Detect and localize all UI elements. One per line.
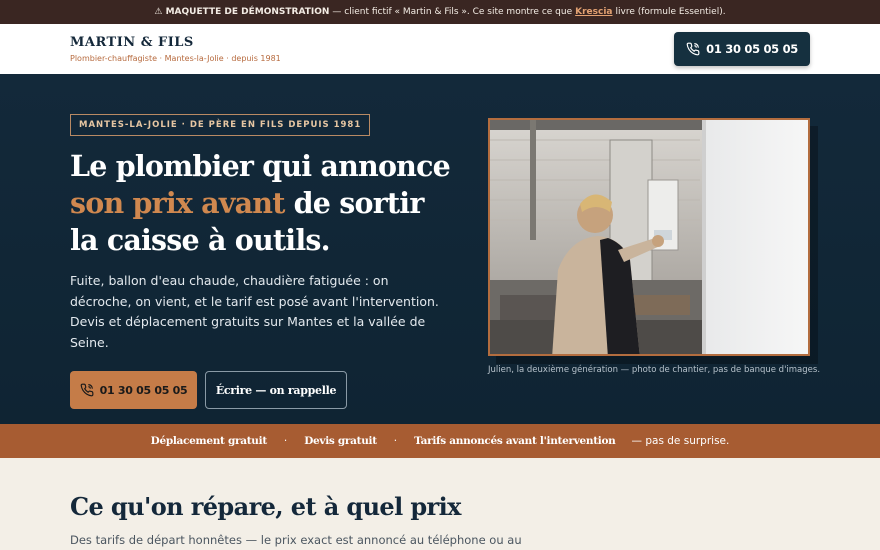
hero-title: Le plombier qui annonce son prix avant d…: [70, 148, 470, 259]
services-description: Des tarifs de départ honnêtes — le prix …: [70, 533, 522, 547]
hero-title-rest: de sortir: [284, 186, 425, 220]
header-phone-button[interactable]: 01 30 05 05 05: [674, 32, 810, 66]
hero-media: Julien, la deuxième génération — photo d…: [488, 118, 820, 375]
call-button[interactable]: 01 30 05 05 05: [70, 371, 197, 409]
krescia-link[interactable]: Krescia: [575, 7, 612, 17]
hero-description: Fuite, ballon d'eau chaude, chaudière fa…: [70, 273, 439, 350]
hero-cta-row: 01 30 05 05 05 Écrire — on rappelle: [70, 371, 470, 409]
guarantee-item: Devis gratuit: [304, 435, 377, 447]
brand[interactable]: MARTIN & FILS Plombier-chauffagiste · Ma…: [70, 35, 281, 63]
call-button-label: 01 30 05 05 05: [99, 383, 188, 397]
hero-section: MANTES-LA-JOLIE · DE PÈRE EN FILS DEPUIS…: [0, 74, 880, 424]
hero-content: MANTES-LA-JOLIE · DE PÈRE EN FILS DEPUIS…: [70, 112, 470, 424]
services-section: Ce qu'on répare, et à quel prix Des tari…: [0, 458, 880, 547]
write-button[interactable]: Écrire — on rappelle: [205, 371, 347, 409]
separator: ·: [283, 435, 288, 447]
hero-title-line1: Le plombier qui annonce: [70, 149, 451, 183]
plumber-photo: [488, 118, 810, 356]
demo-banner-text: — client fictif « Martin & Fils ». Ce si…: [332, 7, 573, 17]
guarantee-item: Tarifs annoncés avant l'intervention: [414, 435, 616, 447]
header-phone-number: 01 30 05 05 05: [706, 42, 798, 56]
brand-name: MARTIN & FILS: [70, 35, 194, 50]
demo-banner-text-end: livre (formule Essentiel).: [615, 7, 726, 17]
site-header: MARTIN & FILS Plombier-chauffagiste · Ma…: [0, 24, 880, 74]
hero-title-line3: la caisse à outils.: [70, 223, 331, 257]
guarantee-tail: — pas de surprise.: [631, 435, 730, 447]
separator: ·: [393, 435, 398, 447]
brand-tagline: Plombier-chauffagiste · Mantes-la-Jolie …: [70, 54, 281, 63]
photo-caption: Julien, la deuxième génération — photo d…: [488, 365, 821, 375]
services-title: Ce qu'on répare, et à quel prix: [70, 492, 461, 521]
demo-banner: ⚠ MAQUETTE DE DÉMONSTRATION — client fic…: [0, 0, 880, 24]
workshop-photo-illustration: [490, 120, 808, 354]
hero-eyebrow: MANTES-LA-JOLIE · DE PÈRE EN FILS DEPUIS…: [70, 114, 371, 136]
phone-icon: [686, 42, 700, 56]
guarantee-item: Déplacement gratuit: [150, 435, 268, 447]
demo-banner-label: ⚠ MAQUETTE DE DÉMONSTRATION: [154, 7, 330, 17]
guarantee-band: Déplacement gratuit · Devis gratuit · Ta…: [0, 424, 880, 458]
phone-icon: [80, 383, 94, 397]
hero-title-accent: son prix avant: [70, 186, 285, 220]
